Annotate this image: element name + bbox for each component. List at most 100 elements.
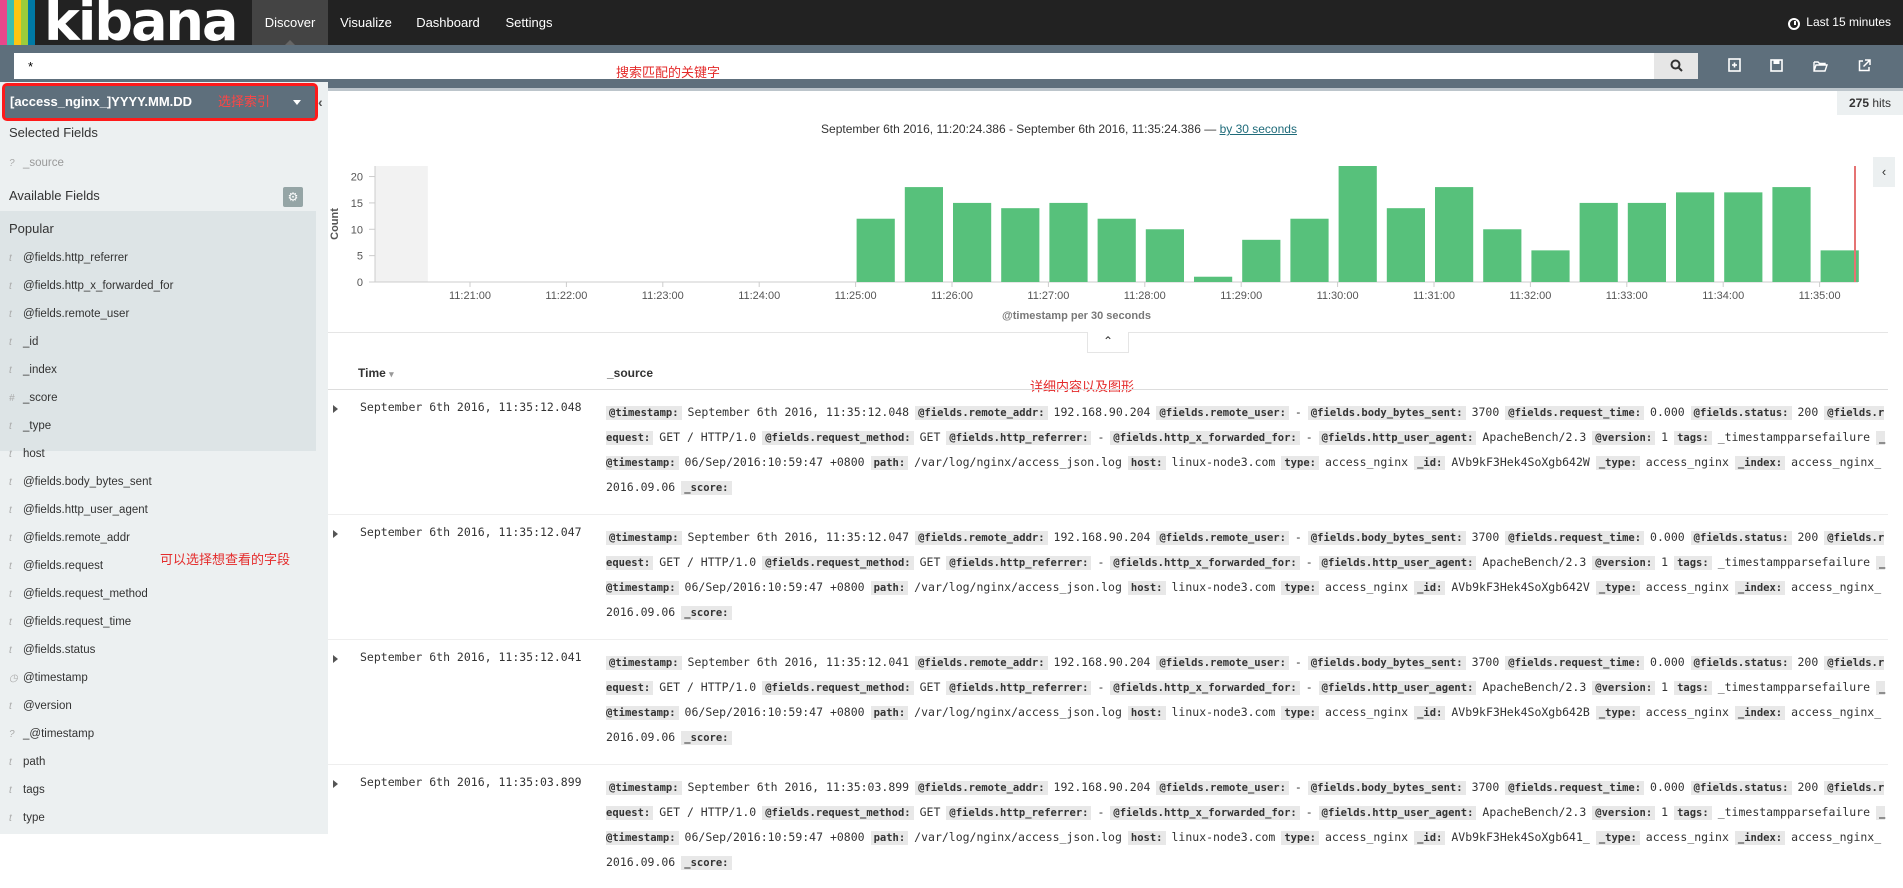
row-divider [328, 514, 1888, 515]
field-fields-body-bytes-sent[interactable]: t @fields.body_bytes_sent [9, 476, 152, 488]
field-type-icon: t [9, 477, 12, 488]
field-timestamp[interactable]: ◷ @timestamp [9, 672, 88, 684]
field-fields-request-method[interactable]: t @fields.request_method [9, 588, 148, 600]
field-name: @fields.request_method [23, 588, 148, 600]
toggle-chart-button[interactable]: ⌃ [1087, 332, 1129, 353]
index-pattern-select[interactable]: [access_nginx_]YYYY.MM.DD 选择索引 [2, 83, 318, 121]
field-path[interactable]: t path [9, 756, 45, 768]
histogram-bar[interactable] [1483, 229, 1522, 282]
tab-discover[interactable]: Discover [252, 0, 328, 45]
expand-row-icon[interactable] [333, 530, 338, 538]
field-score[interactable]: # _score [9, 392, 58, 404]
histogram-bar[interactable] [1386, 208, 1425, 282]
source-field-value: 192.168.90.204 [1053, 530, 1151, 544]
source-field-value: - [1294, 780, 1302, 794]
field-fields-remote-addr[interactable]: t @fields.remote_addr [9, 532, 130, 544]
collapse-sidebar-icon[interactable]: ‹ [318, 94, 323, 110]
source-field-value: - [1097, 805, 1105, 819]
source-field-key: _id: [1414, 706, 1446, 720]
source-field-value: September 6th 2016, 11:35:12.048 [687, 405, 910, 419]
open-search-button[interactable] [1806, 53, 1834, 81]
source-field-value: 06/Sep/2016:10:59:47 +0800 [684, 580, 865, 594]
histogram-bar[interactable] [1676, 192, 1715, 282]
search-button[interactable] [1654, 53, 1698, 79]
source-field-key: @fields.http_referrer: [946, 556, 1092, 570]
sort-down-icon: ▾ [389, 369, 394, 379]
caret-down-icon [293, 100, 301, 105]
expand-row-icon[interactable] [333, 655, 338, 663]
field-version[interactable]: t @version [9, 700, 72, 712]
histogram-bar[interactable] [1531, 250, 1570, 282]
source-field-value: GET / HTTP/1.0 [659, 680, 757, 694]
source-field-value: 192.168.90.204 [1053, 655, 1151, 669]
field-type[interactable]: t _type [9, 420, 51, 432]
search-input[interactable] [14, 53, 1654, 79]
interval-link[interactable]: by 30 seconds [1220, 122, 1297, 136]
histogram-bar[interactable] [1097, 218, 1136, 282]
field-name: _score [23, 392, 58, 404]
kibana-logo[interactable]: kibana [44, 0, 238, 50]
tab-visualize[interactable]: Visualize [335, 0, 397, 45]
source-field-value: 200 [1797, 530, 1819, 544]
source-field-value: - [1305, 555, 1313, 569]
histogram-bar[interactable] [856, 218, 895, 282]
field-fields-remote-user[interactable]: t @fields.remote_user [9, 308, 129, 320]
field-type-icon: t [9, 617, 12, 628]
field-fields-http-referrer[interactable]: t @fields.http_referrer [9, 252, 128, 264]
source-field-value: access_nginx [1324, 830, 1409, 844]
field-fields-http-user-agent[interactable]: t @fields.http_user_agent [9, 504, 148, 516]
source-field-value: ApacheBench/2.3 [1482, 805, 1587, 819]
field-fields-request[interactable]: t @fields.request [9, 560, 103, 572]
save-search-button[interactable] [1762, 53, 1790, 81]
new-search-button[interactable] [1720, 53, 1748, 81]
time-column-header[interactable]: Time ▾ [358, 366, 394, 380]
histogram-bar[interactable] [1627, 202, 1666, 282]
field-type-icon: t [9, 505, 12, 516]
source-field-key: @fields.remote_addr: [915, 406, 1048, 420]
source-field-value: access_nginx [1324, 580, 1409, 594]
tab-dashboard[interactable]: Dashboard [410, 0, 486, 45]
expand-row-icon[interactable] [333, 780, 338, 788]
field-type-icon: t [9, 785, 12, 796]
field-fields-request-time[interactable]: t @fields.request_time [9, 616, 131, 628]
expand-row-icon[interactable] [333, 405, 338, 413]
tab-settings[interactable]: Settings [498, 0, 560, 45]
source-field-value: 200 [1797, 405, 1819, 419]
timepicker[interactable]: Last 15 minutes [1788, 0, 1903, 45]
selected-field-source[interactable]: ? _source [9, 157, 64, 169]
histogram-bar[interactable] [1338, 166, 1377, 282]
histogram-bar[interactable] [953, 202, 992, 282]
field-id[interactable]: t _id [9, 336, 38, 348]
source-field-key: @fields.request_method: [762, 556, 914, 570]
chart-legend-toggle[interactable]: ‹ [1873, 157, 1895, 187]
histogram-bar[interactable] [1049, 202, 1088, 282]
field-fields-status[interactable]: t @fields.status [9, 644, 95, 656]
histogram-bar[interactable] [1724, 192, 1763, 282]
field-name: @timestamp [23, 672, 88, 684]
histogram-bar[interactable] [904, 187, 943, 282]
field-type[interactable]: t type [9, 812, 45, 824]
field-index[interactable]: t _index [9, 364, 57, 376]
index-pattern-label: [access_nginx_]YYYY.MM.DD [10, 94, 193, 109]
source-field-key: type: [1281, 456, 1319, 470]
field-settings-button[interactable]: ⚙ [283, 187, 303, 207]
x-tick-label: 11:35:00 [1799, 290, 1841, 302]
source-field-value: linux-node3.com [1171, 455, 1276, 469]
histogram-bar[interactable] [1579, 202, 1618, 282]
source-field-key: @fields.http_x_forwarded_for: [1110, 431, 1300, 445]
field-tags[interactable]: t tags [9, 784, 45, 796]
field-timestamp[interactable]: ? _@timestamp [9, 728, 94, 740]
source-field-value: access_nginx [1324, 455, 1409, 469]
histogram-bar[interactable] [1145, 229, 1184, 282]
field-host[interactable]: t host [9, 448, 45, 460]
share-search-button[interactable] [1850, 53, 1878, 81]
histogram-bar[interactable] [1772, 187, 1811, 282]
histogram-bar[interactable] [1290, 218, 1329, 282]
histogram-bar[interactable] [1242, 239, 1281, 282]
histogram-bar[interactable] [1194, 276, 1233, 282]
histogram-bar[interactable] [1001, 208, 1040, 282]
histogram-bar[interactable] [1820, 250, 1859, 282]
field-fields-http-x-forwarded-for[interactable]: t @fields.http_x_forwarded_for [9, 280, 173, 292]
source-field-value: ApacheBench/2.3 [1482, 680, 1587, 694]
histogram-bar[interactable] [1435, 187, 1474, 282]
